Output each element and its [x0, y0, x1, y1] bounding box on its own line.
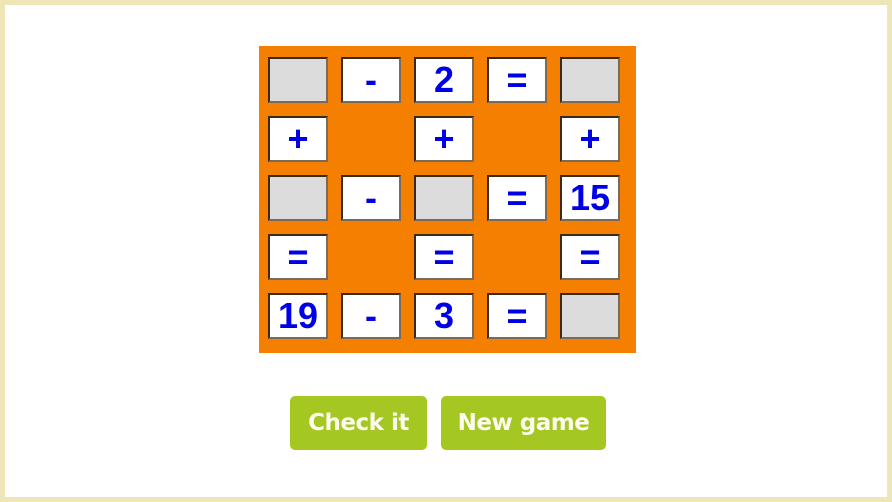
operator-cell: =: [560, 234, 620, 280]
answer-input-cell[interactable]: [268, 57, 328, 103]
operator-cell: +: [268, 116, 328, 162]
operator-cell: -: [341, 57, 401, 103]
number-cell: 2: [414, 57, 474, 103]
number-cell: 19: [268, 293, 328, 339]
operator-cell: -: [341, 293, 401, 339]
number-cell: 15: [560, 175, 620, 221]
puzzle-board: -2 = + + + - = 15 = = = 19-3 =: [259, 46, 636, 353]
operator-cell: -: [341, 175, 401, 221]
operator-cell: =: [487, 57, 547, 103]
board-gap: [341, 234, 401, 280]
new-game-button[interactable]: New game: [441, 396, 606, 450]
operator-cell: =: [487, 293, 547, 339]
number-cell: 3: [414, 293, 474, 339]
operator-cell: =: [268, 234, 328, 280]
answer-input-cell[interactable]: [560, 57, 620, 103]
operator-cell: =: [487, 175, 547, 221]
board-gap: [487, 234, 547, 280]
board-gap: [487, 116, 547, 162]
operator-cell: +: [560, 116, 620, 162]
operator-cell: +: [414, 116, 474, 162]
answer-input-cell[interactable]: [414, 175, 474, 221]
board-gap: [341, 116, 401, 162]
answer-input-cell[interactable]: [268, 175, 328, 221]
answer-input-cell[interactable]: [560, 293, 620, 339]
operator-cell: =: [414, 234, 474, 280]
check-it-button[interactable]: Check it: [290, 396, 427, 450]
